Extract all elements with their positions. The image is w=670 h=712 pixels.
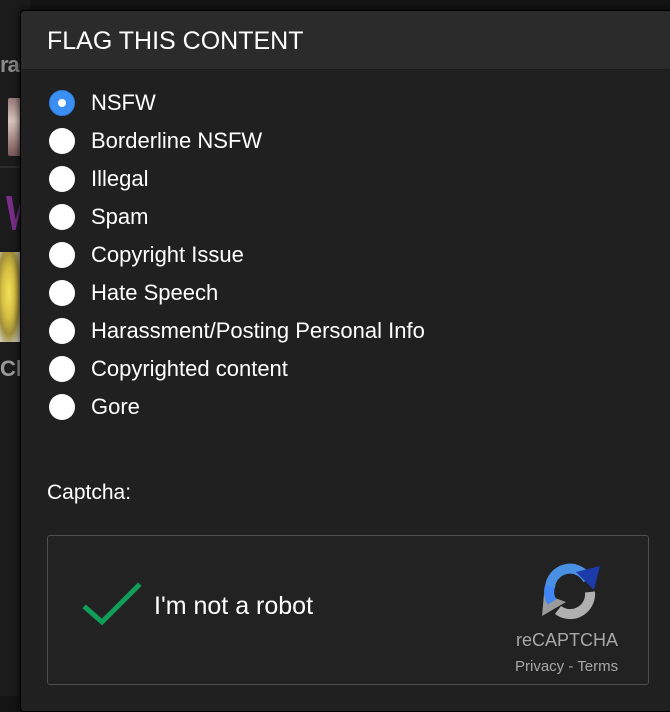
flag-option-hate-speech[interactable]: Hate Speech [49,274,425,312]
flag-option-nsfw[interactable]: NSFW [49,84,425,122]
flag-option-label: Hate Speech [91,280,219,305]
recaptcha-logo-icon [542,563,600,620]
radio-button[interactable] [49,318,75,344]
radio-button[interactable] [49,280,75,306]
flag-option-label: NSFW [91,90,156,115]
radio-button[interactable] [49,204,75,230]
flag-option-harassment[interactable]: Harassment/Posting Personal Info [49,312,425,350]
radio-button[interactable] [49,128,75,154]
radio-button[interactable] [49,394,75,420]
modal-header: FLAG THIS CONTENT [21,11,670,70]
not-a-robot-label[interactable]: I'm not a robot [154,592,313,621]
radio-button[interactable] [49,166,75,192]
recaptcha-widget: I'm not a robot reCAPTCHA Privacy - Term… [47,535,649,685]
link-separator: - [564,658,578,675]
flag-option-label: Illegal [91,166,149,191]
flag-option-label: Gore [91,394,140,419]
captcha-label: Captcha: [47,481,132,504]
radio-button[interactable] [49,242,75,268]
flag-option-borderline-nsfw[interactable]: Borderline NSFW [49,122,425,160]
flag-option-label: Harassment/Posting Personal Info [91,318,425,343]
flag-option-label: Copyright Issue [91,242,244,267]
flag-option-copyrighted-content[interactable]: Copyrighted content [49,350,425,388]
flag-option-copyright-issue[interactable]: Copyright Issue [49,236,425,274]
flag-option-label: Spam [91,204,149,229]
modal-title: FLAG THIS CONTENT [47,27,304,55]
flag-reason-list: NSFW Borderline NSFW Illegal Spam Copyri… [49,84,425,426]
flag-option-label: Copyrighted content [91,356,288,381]
recaptcha-brand: reCAPTCHA [516,630,619,650]
radio-button[interactable] [49,90,75,116]
flag-content-modal: FLAG THIS CONTENT NSFW Borderline NSFW I… [20,10,670,712]
background-image [0,252,22,342]
checkmark-icon[interactable] [82,582,142,628]
privacy-link[interactable]: Privacy [515,658,564,675]
recaptcha-links: Privacy - Terms [515,658,618,675]
flag-option-label: Borderline NSFW [91,128,263,153]
flag-option-illegal[interactable]: Illegal [49,160,425,198]
flag-option-spam[interactable]: Spam [49,198,425,236]
background-partial-text: Cl [0,356,22,381]
flag-option-gore[interactable]: Gore [49,388,425,426]
radio-button[interactable] [49,356,75,382]
terms-link[interactable]: Terms [577,658,618,675]
